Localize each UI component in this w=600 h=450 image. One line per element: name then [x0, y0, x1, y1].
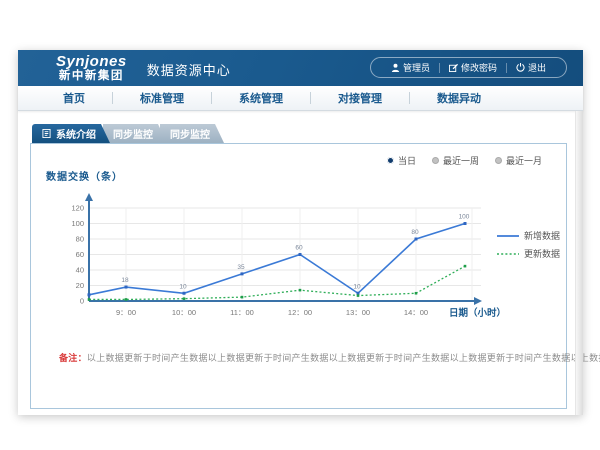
- svg-text:新增数据: 新增数据: [524, 230, 560, 241]
- page-background: Synjones 新中新集团 数据资源中心 管理员 修改密码: [0, 0, 600, 450]
- svg-text:100: 100: [459, 214, 470, 221]
- footnote-text: 以上数据更新于时间产生数据以上数据更新于时间产生数据以上数据更新于时间产生数据以…: [87, 353, 600, 363]
- logo-text-en: Synjones: [56, 54, 127, 70]
- nav-item-home[interactable]: 首页: [36, 90, 112, 106]
- svg-text:10：00: 10：00: [172, 308, 196, 317]
- svg-text:60: 60: [76, 250, 84, 259]
- y-axis-title: 数据交换（条）: [46, 168, 123, 183]
- tab-label: 系统介绍: [56, 126, 96, 141]
- filter-last-month[interactable]: 最近一月: [495, 154, 542, 167]
- svg-text:80: 80: [411, 229, 419, 236]
- tab-sync-monitor-1[interactable]: 同步监控: [103, 124, 167, 143]
- logo-text-cn: 新中新集团: [56, 70, 127, 82]
- line-chart: 0 20 40 60 80 100 120 9：00 10：00 11：00 12：00 13：00 1…: [41, 188, 561, 334]
- nav-item-standard-mgmt[interactable]: 标准管理: [113, 90, 211, 106]
- svg-text:11：00: 11：00: [230, 308, 254, 317]
- page-title: 数据资源中心: [147, 60, 231, 79]
- svg-text:120: 120: [71, 204, 84, 213]
- nav-item-system-mgmt[interactable]: 系统管理: [212, 90, 310, 106]
- tab-label: 同步监控: [113, 126, 153, 141]
- current-user-button[interactable]: 管理员: [382, 61, 439, 74]
- power-icon: [516, 63, 525, 72]
- tab-label: 同步监控: [170, 126, 210, 141]
- vertical-scrollbar[interactable]: [575, 111, 583, 415]
- filter-today[interactable]: 当日: [387, 154, 416, 167]
- svg-text:13：00: 13：00: [346, 308, 370, 317]
- svg-text:日期（小时）: 日期（小时）: [449, 307, 506, 319]
- svg-text:12：00: 12：00: [288, 308, 312, 317]
- current-user-label: 管理员: [403, 61, 430, 74]
- document-icon: [42, 129, 51, 138]
- svg-text:100: 100: [71, 219, 84, 228]
- nav-item-interface-mgmt[interactable]: 对接管理: [311, 90, 409, 106]
- content-panel: 当日 最近一周 最近一月 数据交换（条） 0 20 40 60 80 100 120 9：00…: [30, 143, 567, 409]
- tab-system-intro[interactable]: 系统介绍: [32, 124, 110, 143]
- filter-last-week[interactable]: 最近一周: [432, 154, 479, 167]
- nav-item-data-change[interactable]: 数据异动: [410, 90, 508, 106]
- svg-text:35: 35: [237, 264, 245, 271]
- app-window: Synjones 新中新集团 数据资源中心 管理员 修改密码: [18, 50, 583, 415]
- change-password-label: 修改密码: [461, 61, 497, 74]
- filter-label: 最近一周: [443, 154, 479, 167]
- user-icon: [391, 63, 400, 72]
- svg-text:更新数据: 更新数据: [524, 248, 560, 259]
- main-nav: 首页 标准管理 系统管理 对接管理 数据异动: [18, 86, 583, 111]
- footnote-label: 备注：: [59, 353, 87, 363]
- svg-text:18: 18: [121, 277, 129, 284]
- svg-text:20: 20: [76, 281, 84, 290]
- radio-unselected-icon: [432, 157, 439, 164]
- svg-text:80: 80: [76, 235, 84, 244]
- user-toolbar: 管理员 修改密码 退出: [370, 57, 567, 78]
- edit-icon: [449, 63, 458, 72]
- tab-sync-monitor-2[interactable]: 同步监控: [160, 124, 224, 143]
- svg-text:10: 10: [179, 283, 187, 290]
- company-logo: Synjones 新中新集团: [56, 54, 127, 82]
- radio-unselected-icon: [495, 157, 502, 164]
- time-range-filters: 当日 最近一周 最近一月: [387, 154, 542, 167]
- change-password-button[interactable]: 修改密码: [440, 61, 506, 74]
- filter-label: 最近一月: [506, 154, 542, 167]
- radio-selected-icon: [387, 157, 394, 164]
- tab-bar: 系统介绍 同步监控 同步监控: [32, 124, 217, 143]
- svg-text:60: 60: [295, 245, 303, 252]
- app-header: Synjones 新中新集团 数据资源中心 管理员 修改密码: [18, 50, 583, 86]
- svg-text:40: 40: [76, 266, 84, 275]
- svg-text:0: 0: [80, 297, 84, 306]
- svg-text:10: 10: [353, 283, 361, 290]
- svg-text:14：00: 14：00: [404, 308, 428, 317]
- logout-label: 退出: [528, 61, 546, 74]
- logout-button[interactable]: 退出: [507, 61, 555, 74]
- filter-label: 当日: [398, 154, 416, 167]
- chart-container: 0 20 40 60 80 100 120 9：00 10：00 11：00 12：00 13：00 1…: [41, 188, 561, 339]
- footnote: 备注：以上数据更新于时间产生数据以上数据更新于时间产生数据以上数据更新于时间产生…: [59, 351, 600, 364]
- svg-text:9：00: 9：00: [116, 308, 136, 317]
